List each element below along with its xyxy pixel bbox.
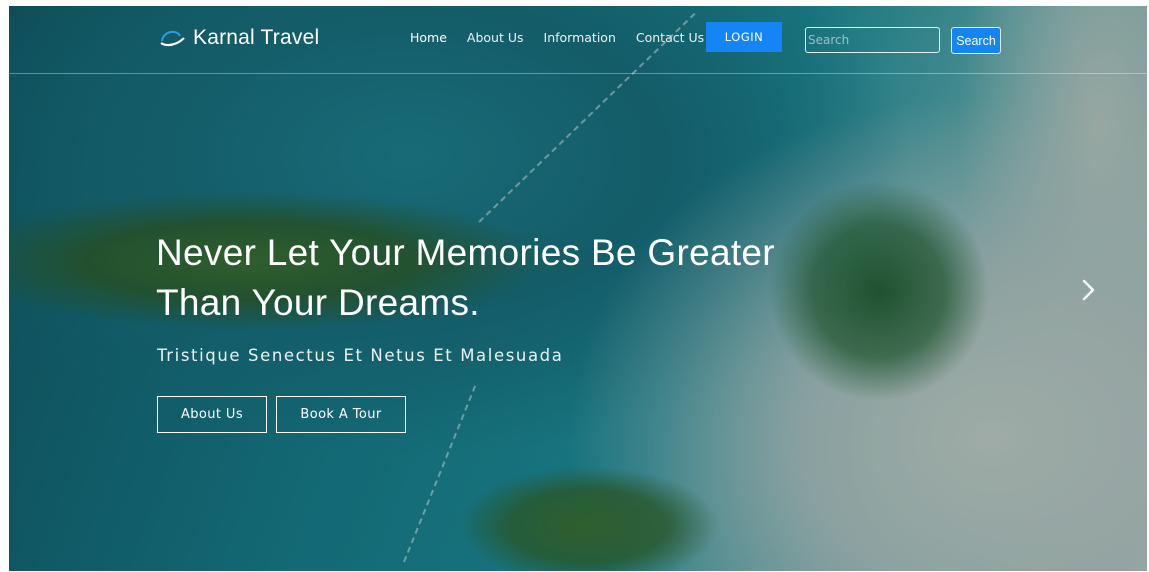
hero-headline: Never Let Your Memories Be Greater Than … (156, 232, 775, 323)
swoosh-logo-icon (160, 30, 185, 47)
search-input[interactable] (805, 27, 940, 53)
nav-link-contact-us[interactable]: Contact Us (636, 30, 704, 45)
nav-links: Home About Us Information Contact Us (410, 30, 724, 45)
hero-subtitle: Tristique Senectus Et Netus Et Malesuada (157, 346, 564, 365)
nav-link-home[interactable]: Home (410, 30, 447, 45)
about-us-button[interactable]: About Us (157, 396, 267, 433)
nav-link-about-us[interactable]: About Us (467, 30, 524, 45)
book-a-tour-button[interactable]: Book A Tour (276, 396, 406, 433)
nav-link-information[interactable]: Information (544, 30, 616, 45)
brand-name: Karnal Travel (193, 26, 320, 49)
chevron-right-icon[interactable] (1078, 277, 1100, 303)
login-button[interactable]: LOGIN (706, 22, 782, 52)
search-button[interactable]: Search (951, 27, 1001, 54)
top-navbar: Karnal Travel Home About Us Information … (9, 6, 1147, 74)
brand-link[interactable]: Karnal Travel (159, 26, 319, 50)
